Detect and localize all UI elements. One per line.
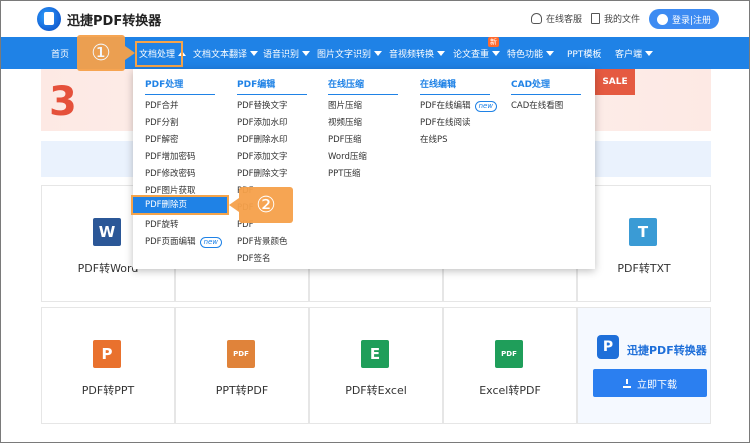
step-1-callout: ① [77,35,135,71]
menu-col-online-compress: 在线压缩 图片压缩 视频压缩 PDF压缩 Word压缩 PPT压缩 [328,77,398,183]
my-files-label: 我的文件 [604,15,641,25]
menu-col-title: 在线编辑 [420,77,490,95]
download-card [577,307,711,424]
nav-ppt-templates[interactable]: PPT模板 [567,37,601,69]
pdf-icon: PDF [495,340,523,368]
menu-col-title: PDF处理 [145,77,215,95]
caret-down-icon [250,50,259,56]
tool-label: PDF转TXT [617,262,671,275]
txt-icon: T [629,218,657,246]
menu-item-pdf-merge[interactable]: PDF合并 [145,98,222,115]
new-tag: new [199,237,223,248]
new-tag: new [474,101,498,112]
nav-speech-recognition[interactable]: 语音识别 [263,37,311,69]
menu-col-title: PDF编辑 [237,77,307,95]
caret-down-icon [546,50,555,56]
menu-item-video-compress[interactable]: 视频压缩 [328,115,398,132]
menu-item-pdf-add-password[interactable]: PDF增加密码 [145,149,222,166]
menu-item-pdf-rotate[interactable]: PDF旋转 [145,217,222,234]
menu-item-pdf-replace-text[interactable]: PDF替换文字 [237,98,307,115]
tool-label: PDF转Excel [345,384,407,397]
menu-item-cad-viewer[interactable]: CAD在线看图 [511,98,581,115]
menu-col-cad: CAD处理 CAD在线看图 [511,77,581,115]
menu-item-pdf-delete-text[interactable]: PDF删除文字 [237,166,307,183]
menu-col-pdf-processing: PDF处理 PDF合并 PDF分割 PDF解密 PDF增加密码 PDF修改密码 … [145,77,223,251]
new-badge: 新 [488,37,499,47]
nav-av-convert[interactable]: 音视频转换 [389,37,446,69]
tool-card-ppt-to-pdf[interactable]: PDF PPT转PDF [175,307,309,424]
menu-item-pdf-background-color[interactable]: PDF背景颜色 [237,234,307,251]
sale-tag: SALE [595,69,635,95]
file-icon [591,13,600,24]
app-window: 迅捷PDF转换器 在线客服 我的文件 登录|注册 首页 文档处理 文档文本翻译 … [0,0,750,443]
menu-item-ppt-compress[interactable]: PPT压缩 [328,166,398,183]
ppt-icon: P [93,340,121,368]
menu-item-pdf-add-text[interactable]: PDF添加文字 [237,149,307,166]
download-icon [623,378,631,388]
download-button[interactable]: 立即下载 [593,369,707,397]
menu-item-pdf-add-watermark[interactable]: PDF添加水印 [237,115,307,132]
banner-number: 3 [49,79,77,125]
menu-item-image-compress[interactable]: 图片压缩 [328,98,398,115]
my-files-link[interactable]: 我的文件 [591,12,640,25]
nav-home[interactable]: 首页 [51,37,69,69]
menu-col-title: CAD处理 [511,77,581,95]
document-processing-menu: PDF处理 PDF合并 PDF分割 PDF解密 PDF增加密码 PDF修改密码 … [133,69,595,269]
tool-label: PPT转PDF [215,384,269,397]
tool-card-pdf-to-excel[interactable]: E PDF转Excel [309,307,443,424]
menu-item-pdf-split[interactable]: PDF分割 [145,115,222,132]
tool-label: Excel转PDF [479,384,541,397]
download-label: 立即下载 [637,379,677,391]
tool-label: PDF转PPT [81,384,135,397]
highlighted-menu-label[interactable]: PDF删除页 [145,198,187,210]
brand-logo[interactable] [37,7,61,31]
login-button[interactable]: 登录|注册 [649,9,719,29]
word-icon: W [93,218,121,246]
menu-col-pdf-edit: PDF编辑 PDF替换文字 PDF添加水印 PDF删除水印 PDF添加文字 PD… [237,77,307,268]
tool-card-pdf-to-txt[interactable]: T PDF转TXT [577,185,711,302]
headset-icon [531,13,542,24]
caret-down-icon [302,50,311,56]
pdf-icon: PDF [227,340,255,368]
menu-item-pdf-remove-watermark[interactable]: PDF删除水印 [237,132,307,149]
nav-image-ocr[interactable]: 图片文字识别 [317,37,383,69]
menu-item-pdf-decrypt[interactable]: PDF解密 [145,132,222,149]
tool-card-pdf-to-ppt[interactable]: P PDF转PPT [41,307,175,424]
download-brand: 迅捷PDF转换器 [627,344,707,357]
caret-down-icon [437,50,446,56]
step-2-callout: ② [229,187,293,223]
menu-item-pdf-change-password[interactable]: PDF修改密码 [145,166,222,183]
menu-item-word-compress[interactable]: Word压缩 [328,149,398,166]
menu-item-pdf-compress[interactable]: PDF压缩 [328,132,398,149]
excel-icon: E [361,340,389,368]
user-icon [656,13,668,25]
menu-item-pdf-page-edit[interactable]: PDF页面编辑 new [145,234,223,251]
nav-translation[interactable]: 文档文本翻译 [193,37,259,69]
menu-col-title: 在线压缩 [328,77,398,95]
menu-item-pdf-online-read[interactable]: PDF在线阅读 [420,115,497,132]
menu-item-online-ps[interactable]: 在线PS [420,132,497,149]
nav-client[interactable]: 客户端 [615,37,654,69]
nav-features[interactable]: 特色功能 [507,37,555,69]
caret-down-icon [492,50,501,56]
support-link[interactable]: 在线客服 [531,12,582,25]
caret-down-icon [374,50,383,56]
menu-col-online-edit: 在线编辑 PDF在线编辑 new PDF在线阅读 在线PS [420,77,498,149]
header: 迅捷PDF转换器 在线客服 我的文件 登录|注册 [1,1,749,37]
login-label: 登录|注册 [671,15,712,26]
menu-item-pdf-online-edit[interactable]: PDF在线编辑 new [420,98,498,115]
app-logo-icon: P [597,335,619,359]
caret-down-icon [645,50,654,56]
tool-card-excel-to-pdf[interactable]: PDF Excel转PDF [443,307,577,424]
active-nav-highlight [135,41,183,67]
brand-name[interactable]: 迅捷PDF转换器 [67,10,161,29]
menu-item-pdf-signature[interactable]: PDF签名 [237,251,307,268]
support-label: 在线客服 [546,15,583,25]
